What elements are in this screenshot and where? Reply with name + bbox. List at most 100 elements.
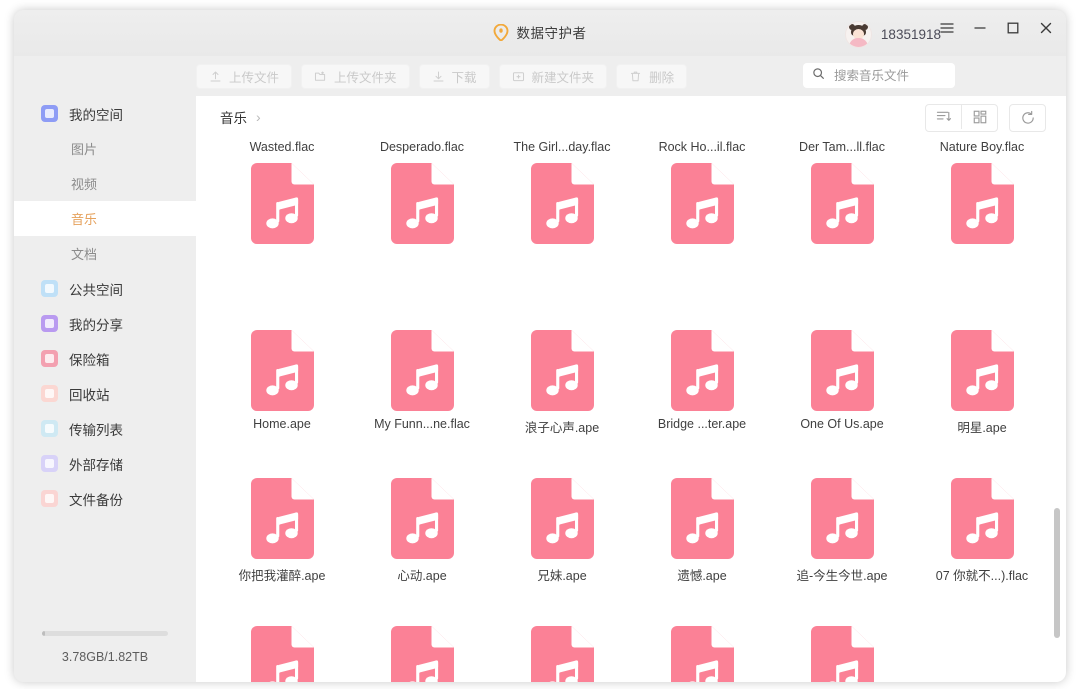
sidebar-item-1[interactable]: 图片 xyxy=(14,131,196,166)
sidebar-item-label: 保险箱 xyxy=(69,349,110,369)
music-file-icon xyxy=(671,478,734,559)
sidebar-item-label: 我的分享 xyxy=(69,314,123,334)
file-tile[interactable]: Wasted.flac xyxy=(212,140,352,288)
music-file-icon xyxy=(251,626,314,682)
sidebar-item-label: 公共空间 xyxy=(69,279,123,299)
sidebar-item-5[interactable]: 公共空间 xyxy=(14,271,196,306)
file-tile[interactable]: 兄妹.ape xyxy=(492,436,632,584)
music-file-icon xyxy=(811,330,874,411)
content-pane: 音乐 › xyxy=(196,96,1066,682)
file-name-label: One Of Us.ape xyxy=(800,417,883,431)
sidebar-item-6[interactable]: 我的分享 xyxy=(14,306,196,341)
music-file-icon xyxy=(251,478,314,559)
file-tile[interactable]: My Funn...ne.flac xyxy=(352,288,492,436)
close-icon[interactable] xyxy=(1038,20,1054,36)
vertical-scrollbar[interactable] xyxy=(1054,508,1060,638)
sidebar-item-label: 图片 xyxy=(71,139,97,158)
search-box[interactable] xyxy=(803,63,955,88)
storage-summary: 3.78GB/1.82TB xyxy=(14,631,196,664)
file-name-label: 追-今生今世.ape xyxy=(797,565,888,584)
public-space-icon xyxy=(41,280,58,297)
file-name-label: Wasted.flac xyxy=(250,140,315,154)
music-file-icon xyxy=(391,478,454,559)
music-file-icon xyxy=(811,163,874,244)
breadcrumb-separator: › xyxy=(256,109,261,125)
grid-view-icon[interactable] xyxy=(961,105,997,129)
upload-file-button[interactable]: 上传文件 xyxy=(196,64,292,89)
music-file-icon xyxy=(251,330,314,411)
view-tools xyxy=(925,104,1046,132)
upload-folder-icon xyxy=(314,70,327,83)
new-folder-button[interactable]: 新建文件夹 xyxy=(499,64,608,89)
body-row: 我的空间图片视频音乐文档公共空间我的分享保险箱回收站传输列表外部存储文件备份 3… xyxy=(14,96,1066,682)
file-tile[interactable]: 你把我灌醉.ape xyxy=(212,436,352,584)
file-tile[interactable]: 浪子心声.ape xyxy=(492,288,632,436)
new-folder-label: 新建文件夹 xyxy=(532,67,595,86)
sidebar-item-4[interactable]: 文档 xyxy=(14,236,196,271)
file-tile[interactable]: Home.ape xyxy=(212,288,352,436)
hamburger-menu-icon[interactable] xyxy=(939,20,955,36)
new-folder-icon xyxy=(512,70,525,83)
file-tile[interactable]: 周杰伦-M....flac xyxy=(492,584,632,682)
sidebar-item-10[interactable]: 外部存储 xyxy=(14,446,196,481)
download-button[interactable]: 下载 xyxy=(419,64,490,89)
file-name-label: 遗憾.ape xyxy=(677,565,726,584)
user-area[interactable]: 18351918 xyxy=(845,21,941,48)
upload-folder-button[interactable]: 上传文件夹 xyxy=(301,64,410,89)
file-tile[interactable]: 田馥甄-....mp3 xyxy=(772,584,912,682)
music-file-icon xyxy=(811,626,874,682)
sidebar-item-2[interactable]: 视频 xyxy=(14,166,196,201)
file-tile[interactable]: The Girl...day.flac xyxy=(492,140,632,288)
file-tile[interactable]: Mojito ...杰伦.flac xyxy=(632,584,772,682)
file-name-label: 兄妹.ape xyxy=(537,565,586,584)
file-name-label: Der Tam...ll.flac xyxy=(799,140,885,154)
my-space-icon xyxy=(41,105,58,122)
breadcrumb: 音乐 › xyxy=(196,96,1066,138)
music-file-icon xyxy=(391,163,454,244)
maximize-icon[interactable] xyxy=(1005,20,1021,36)
file-name-label: 心动.ape xyxy=(397,565,446,584)
music-file-icon xyxy=(951,330,1014,411)
sidebar-item-3[interactable]: 音乐 xyxy=(14,201,196,236)
music-file-icon xyxy=(531,478,594,559)
file-tile[interactable]: Rock Ho...il.flac xyxy=(632,140,772,288)
file-tile[interactable]: Nature Boy.flac xyxy=(912,140,1052,288)
file-tile[interactable]: Der Tam...ll.flac xyxy=(772,140,912,288)
refresh-icon[interactable] xyxy=(1009,104,1046,132)
breadcrumb-item-music[interactable]: 音乐 xyxy=(220,107,247,127)
file-tile[interactable]: 心动.ape xyxy=(352,436,492,584)
avatar[interactable] xyxy=(845,21,872,48)
file-tile[interactable]: Bridge ...ter.ape xyxy=(632,288,772,436)
file-tile[interactable]: One Of Us.ape xyxy=(772,288,912,436)
file-tile[interactable]: 追-今生今世.ape xyxy=(772,436,912,584)
download-icon xyxy=(432,70,445,83)
delete-button[interactable]: 删除 xyxy=(616,64,687,89)
music-file-icon xyxy=(671,163,734,244)
sidebar-item-label: 传输列表 xyxy=(69,419,123,439)
sort-list-icon[interactable] xyxy=(926,105,961,129)
file-tile[interactable]: 07 你就不...).flac xyxy=(912,436,1052,584)
file-tile[interactable]: 04 心在跳.wav xyxy=(212,584,352,682)
file-tile[interactable]: 眼泪 - 范晓萱.flac xyxy=(352,584,492,682)
sidebar-item-11[interactable]: 文件备份 xyxy=(14,481,196,516)
search-input[interactable] xyxy=(832,68,946,84)
sidebar-item-7[interactable]: 保险箱 xyxy=(14,341,196,376)
sidebar-item-0[interactable]: 我的空间 xyxy=(14,96,196,131)
sidebar-item-9[interactable]: 传输列表 xyxy=(14,411,196,446)
file-tile[interactable]: 明星.ape xyxy=(912,288,1052,436)
minimize-icon[interactable] xyxy=(972,20,988,36)
file-name-label: 浪子心声.ape xyxy=(525,417,599,436)
window-controls xyxy=(939,20,1054,36)
music-file-icon xyxy=(951,478,1014,559)
file-name-label: Bridge ...ter.ape xyxy=(658,417,746,431)
sidebar-item-label: 视频 xyxy=(71,174,97,193)
file-tile[interactable]: Desperado.flac xyxy=(352,140,492,288)
sidebar-item-label: 文件备份 xyxy=(69,489,123,509)
sidebar-item-8[interactable]: 回收站 xyxy=(14,376,196,411)
transfer-list-icon xyxy=(41,420,58,437)
file-name-label: Desperado.flac xyxy=(380,140,464,154)
file-tile[interactable]: 遗憾.ape xyxy=(632,436,772,584)
title-bar: 数据守护者 18351918 xyxy=(14,10,1066,56)
sidebar-item-label: 文档 xyxy=(71,244,97,263)
delete-label: 删除 xyxy=(649,67,674,86)
